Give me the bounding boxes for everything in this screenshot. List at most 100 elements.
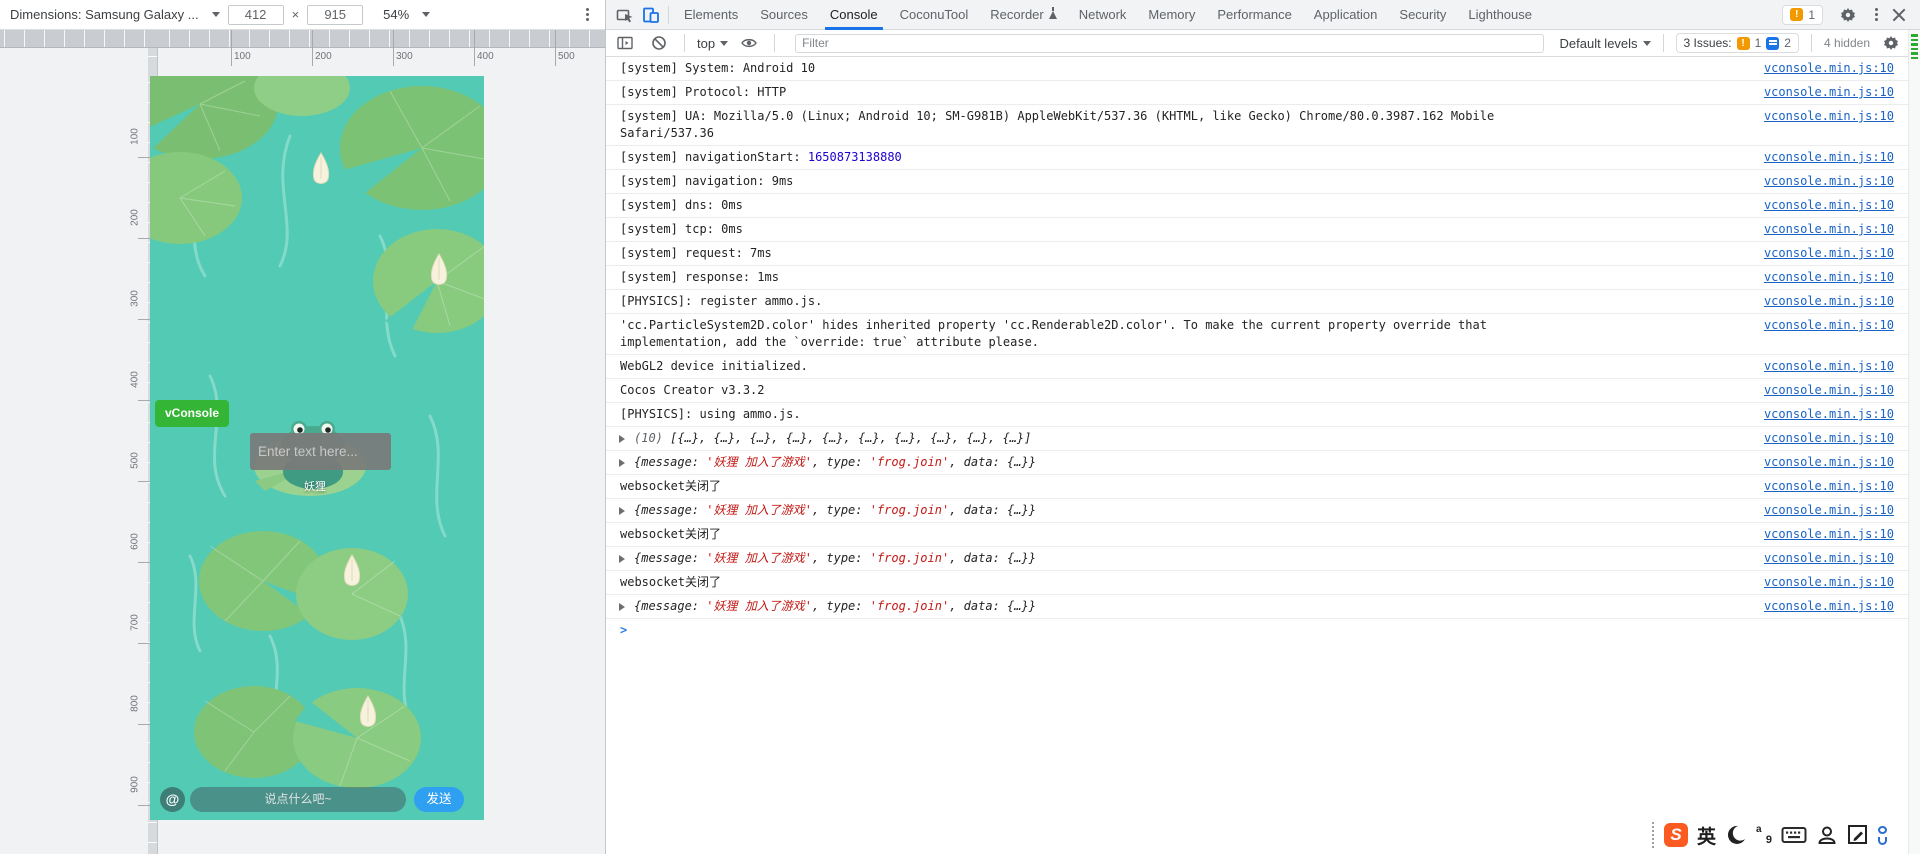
expand-arrow-icon[interactable] (619, 459, 625, 467)
console-source-link[interactable]: vconsole.min.js:10 (1764, 502, 1894, 519)
chevron-down-icon[interactable] (422, 12, 431, 17)
prompt-chevron-icon: > (620, 623, 628, 637)
console-message-text: [system] System: Android 10 (620, 61, 816, 75)
device-width-input[interactable] (227, 4, 284, 25)
console-source-link[interactable]: vconsole.min.js:10 (1764, 149, 1894, 166)
console-message-list: [system] System: Android 10 vconsole.min.… (606, 57, 1920, 642)
console-scrollbar[interactable] (1908, 30, 1920, 854)
console-source-link[interactable]: vconsole.min.js:10 (1764, 550, 1894, 567)
console-source-link[interactable]: vconsole.min.js:10 (1764, 430, 1894, 447)
ruler-label: 300 (129, 290, 141, 307)
tab-security[interactable]: Security (1388, 0, 1457, 30)
expand-arrow-icon[interactable] (619, 435, 625, 443)
console-settings-gear-icon[interactable] (1878, 30, 1904, 56)
console-source-link[interactable]: vconsole.min.js:10 (1764, 526, 1894, 543)
console-source-link[interactable]: vconsole.min.js:10 (1764, 382, 1894, 399)
close-icon[interactable] (1892, 8, 1906, 22)
console-sidebar-icon[interactable] (612, 30, 638, 56)
vconsole-button[interactable]: vConsole (155, 400, 229, 427)
console-source-link[interactable]: vconsole.min.js:10 (1764, 173, 1894, 190)
tab-performance[interactable]: Performance (1206, 0, 1302, 30)
game-text-input[interactable]: Enter text here... (250, 433, 391, 470)
chevron-down-icon (1642, 40, 1651, 46)
tab-recorder[interactable]: Recorder (979, 0, 1067, 30)
console-source-link[interactable]: vconsole.min.js:10 (1764, 358, 1894, 375)
console-row: (10) [{…}, {…}, {…}, {…}, {…}, {…}, {…},… (606, 426, 1920, 450)
crescent-mode-icon[interactable] (1725, 825, 1747, 845)
gear-icon[interactable] (1835, 2, 1861, 28)
console-message-text: Cocos Creator v3.3.2 (620, 383, 765, 397)
live-expression-eye-icon[interactable] (736, 30, 762, 56)
console-source-link[interactable]: vconsole.min.js:10 (1764, 60, 1894, 77)
ruler-label: 600 (129, 533, 141, 550)
clear-console-icon[interactable] (646, 30, 672, 56)
english-mode-icon[interactable]: 英 (1697, 822, 1716, 849)
at-icon[interactable]: @ (160, 787, 185, 812)
execution-context-select[interactable]: top (697, 36, 729, 51)
console-row: [system] dns: 0ms vconsole.min.js:10 (606, 193, 1920, 217)
inspect-element-icon[interactable] (612, 2, 638, 28)
console-source-link[interactable]: vconsole.min.js:10 (1764, 317, 1894, 334)
zoom-select[interactable]: 54% (383, 7, 409, 22)
device-viewport[interactable]: vConsole Enter text here... 妖狸 @ 说点什么吧~ … (150, 76, 484, 820)
console-prompt[interactable]: > (606, 618, 1920, 642)
edit-settings-icon[interactable] (1847, 824, 1869, 846)
console-source-link[interactable]: vconsole.min.js:10 (1764, 84, 1894, 101)
input-state-icon[interactable]: a9 (1756, 824, 1772, 846)
tab-console[interactable]: Console (819, 0, 889, 30)
tab-sources[interactable]: Sources (749, 0, 819, 30)
console-source-link[interactable]: vconsole.min.js:10 (1764, 598, 1894, 615)
log-levels-select[interactable]: Default levels (1560, 36, 1651, 51)
soft-keyboard-icon[interactable] (1781, 825, 1807, 845)
device-toolbar-toggle-icon[interactable] (638, 2, 664, 28)
console-message-text: 'cc.ParticleSystem2D.color' hides inheri… (620, 318, 1487, 349)
console-source-link[interactable]: vconsole.min.js:10 (1764, 478, 1894, 495)
warning-badge[interactable]: ! 1 (1782, 4, 1823, 25)
tab-elements[interactable]: Elements (673, 0, 749, 30)
console-message-text: {message: '妖狸 加入了游戏', type: 'frog.join',… (634, 455, 1036, 469)
console-source-link[interactable]: vconsole.min.js:10 (1764, 245, 1894, 262)
tab-bar-controls: ! 1 (1782, 2, 1914, 28)
console-message-text: [system] dns: 0ms (620, 198, 743, 212)
console-source-link[interactable]: vconsole.min.js:10 (1764, 221, 1894, 238)
issues-label: 3 Issues: (1683, 36, 1732, 50)
tab-lighthouse[interactable]: Lighthouse (1457, 0, 1543, 30)
device-height-input[interactable] (307, 4, 364, 25)
console-source-link[interactable]: vconsole.min.js:10 (1764, 293, 1894, 310)
expand-arrow-icon[interactable] (619, 603, 625, 611)
device-toolbar-overflow-menu[interactable] (580, 4, 595, 25)
filter-input[interactable] (795, 33, 1544, 53)
expand-arrow-icon[interactable] (619, 555, 625, 563)
send-button[interactable]: 发送 (414, 787, 464, 812)
tab-memory[interactable]: Memory (1137, 0, 1206, 30)
ruler-label: 200 (315, 51, 332, 62)
clipped-icon[interactable] (1878, 825, 1888, 845)
console-source-link[interactable]: vconsole.min.js:10 (1764, 454, 1894, 471)
ruler-label: 800 (129, 695, 141, 712)
sogou-input-icon[interactable]: S (1664, 823, 1688, 847)
chevron-down-icon[interactable] (211, 12, 220, 17)
hidden-messages-label[interactable]: 4 hidden (1824, 36, 1870, 50)
console-source-link[interactable]: vconsole.min.js:10 (1764, 406, 1894, 423)
console-message-text: websocket关闭了 (620, 575, 722, 589)
tab-application[interactable]: Application (1303, 0, 1389, 30)
chat-input[interactable]: 说点什么吧~ (190, 787, 406, 812)
tab-coconutool[interactable]: CoconuTool (889, 0, 980, 30)
console-row: [system] Protocol: HTTP vconsole.min.js:1… (606, 80, 1920, 104)
devtools-menu-icon[interactable] (1873, 6, 1880, 23)
contacts-icon[interactable] (1816, 824, 1838, 846)
console-source-link[interactable]: vconsole.min.js:10 (1764, 574, 1894, 591)
console-row: [system] tcp: 0ms vconsole.min.js:10 (606, 217, 1920, 241)
tray-drag-handle-icon[interactable] (1652, 822, 1655, 848)
divider (774, 34, 776, 52)
ruler-label: 400 (477, 51, 494, 62)
console-source-link[interactable]: vconsole.min.js:10 (1764, 108, 1894, 125)
issues-counter[interactable]: 3 Issues: ! 1 2 (1675, 33, 1799, 53)
input-method-tray: S 英 a9 (1652, 818, 1888, 852)
console-source-link[interactable]: vconsole.min.js:10 (1764, 197, 1894, 214)
dimensions-select[interactable]: Dimensions: Samsung Galaxy ... (10, 7, 199, 22)
tab-network[interactable]: Network (1068, 0, 1138, 30)
expand-arrow-icon[interactable] (619, 507, 625, 515)
console-row: [system] response: 1ms vconsole.min.js:10 (606, 265, 1920, 289)
console-source-link[interactable]: vconsole.min.js:10 (1764, 269, 1894, 286)
